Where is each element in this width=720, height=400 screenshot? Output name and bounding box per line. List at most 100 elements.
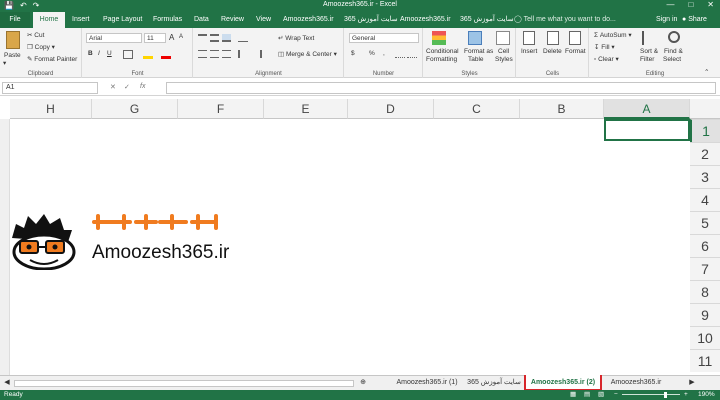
zoom-out-icon[interactable]: − bbox=[614, 390, 618, 400]
close-icon[interactable]: ✕ bbox=[707, 0, 714, 9]
page-break-view-icon[interactable]: ▧ bbox=[598, 390, 604, 400]
column-header-a[interactable]: A bbox=[604, 99, 690, 119]
currency-button[interactable]: $ bbox=[351, 50, 355, 57]
row-header-8[interactable]: 8 bbox=[690, 280, 720, 303]
row-header-1[interactable]: 1 bbox=[690, 119, 720, 142]
cut-button[interactable]: ✂ Cut bbox=[27, 31, 44, 39]
tab-persian-2[interactable]: سایت آموزش 365 bbox=[460, 12, 514, 28]
format-painter-button[interactable]: ✎ Format Painter bbox=[27, 55, 77, 63]
share-button[interactable]: ● Share bbox=[682, 12, 707, 28]
italic-button[interactable]: I bbox=[98, 50, 100, 57]
sort-filter-icon[interactable] bbox=[642, 31, 654, 45]
scroll-tabs-left-icon[interactable]: ◀ bbox=[2, 376, 12, 390]
percent-button[interactable]: % bbox=[369, 50, 375, 57]
sheet-tab-amoozesh[interactable]: Amoozesh365.ir bbox=[606, 376, 666, 390]
comma-button[interactable]: , bbox=[383, 50, 385, 57]
conditional-formatting-icon[interactable] bbox=[432, 31, 446, 45]
tab-persian-1[interactable]: سایت آموزش 365 bbox=[344, 12, 398, 28]
cancel-icon[interactable]: ✕ bbox=[110, 83, 116, 91]
increase-indent-icon[interactable] bbox=[252, 50, 262, 58]
font-color-icon[interactable] bbox=[161, 50, 171, 59]
delete-cells-icon[interactable] bbox=[547, 31, 559, 45]
tab-page-layout[interactable]: Page Layout bbox=[103, 12, 142, 28]
align-right-icon[interactable] bbox=[222, 50, 231, 58]
formula-input[interactable] bbox=[166, 82, 716, 94]
tab-amoozesh-1[interactable]: Amoozesh365.ir bbox=[283, 12, 334, 28]
cell-styles-icon[interactable] bbox=[496, 31, 510, 45]
font-name-select[interactable]: Arial bbox=[86, 33, 142, 43]
fill-button[interactable]: ↧ Fill ▾ bbox=[594, 43, 615, 51]
column-header-d[interactable]: D bbox=[348, 99, 434, 119]
active-cell-a1[interactable] bbox=[604, 119, 690, 141]
tab-view[interactable]: View bbox=[256, 12, 271, 28]
borders-icon[interactable] bbox=[123, 50, 133, 59]
cell-styles-button[interactable]: Cell bbox=[498, 48, 509, 55]
name-box[interactable]: A1 bbox=[2, 82, 98, 94]
find-select-button[interactable]: Find & bbox=[664, 48, 683, 55]
sheet-tab-amoozesh-2-active[interactable]: Amoozesh365.ir (2) bbox=[524, 375, 602, 391]
format-cells-icon[interactable] bbox=[569, 31, 581, 45]
tab-formulas[interactable]: Formulas bbox=[153, 12, 182, 28]
scroll-tabs-right-icon[interactable]: ▶ bbox=[686, 376, 698, 390]
decrease-indent-icon[interactable] bbox=[238, 50, 248, 58]
decrease-decimal-icon[interactable] bbox=[407, 50, 417, 58]
grow-font-button[interactable]: A bbox=[169, 33, 174, 42]
underline-button[interactable]: U bbox=[107, 50, 112, 57]
column-header-b[interactable]: B bbox=[520, 99, 604, 119]
column-header-f[interactable]: F bbox=[178, 99, 264, 119]
bold-button[interactable]: B bbox=[88, 50, 93, 57]
column-header-g[interactable]: G bbox=[92, 99, 178, 119]
paste-dropdown-icon[interactable]: ▾ bbox=[3, 59, 6, 67]
format-as-table-button[interactable]: Format as bbox=[464, 48, 493, 55]
align-top-icon[interactable] bbox=[198, 34, 207, 42]
align-left-icon[interactable] bbox=[198, 50, 207, 58]
delete-button[interactable]: Delete bbox=[543, 48, 562, 55]
zoom-level[interactable]: 190% bbox=[698, 390, 715, 400]
magnifier-icon[interactable] bbox=[668, 31, 680, 43]
orientation-icon[interactable] bbox=[238, 34, 248, 42]
zoom-slider-thumb[interactable] bbox=[664, 392, 667, 398]
format-button[interactable]: Format bbox=[565, 48, 586, 55]
conditional-formatting-button[interactable]: Conditional bbox=[426, 48, 459, 55]
row-header-4[interactable]: 4 bbox=[690, 188, 720, 211]
autosum-button[interactable]: Σ AutoSum ▾ bbox=[594, 31, 632, 39]
column-header-e[interactable]: E bbox=[264, 99, 348, 119]
align-middle-icon[interactable] bbox=[210, 34, 219, 42]
sign-in-link[interactable]: Sign in bbox=[656, 12, 677, 28]
zoom-in-icon[interactable]: + bbox=[684, 390, 688, 400]
row-header-2[interactable]: 2 bbox=[690, 142, 720, 165]
enter-icon[interactable]: ✓ bbox=[124, 83, 130, 91]
increase-decimal-icon[interactable] bbox=[395, 50, 405, 58]
row-header-9[interactable]: 9 bbox=[690, 303, 720, 326]
sort-filter-button[interactable]: Sort & bbox=[640, 48, 658, 55]
fill-color-icon[interactable] bbox=[143, 50, 153, 59]
row-header-11[interactable]: 11 bbox=[690, 349, 720, 372]
column-header-c[interactable]: C bbox=[434, 99, 520, 119]
column-header-h[interactable]: H bbox=[10, 99, 92, 119]
tab-home[interactable]: Home bbox=[33, 12, 65, 28]
row-header-7[interactable]: 7 bbox=[690, 257, 720, 280]
tab-amoozesh-2[interactable]: Amoozesh365.ir bbox=[400, 12, 451, 28]
insert-cells-icon[interactable] bbox=[523, 31, 535, 45]
sheet-tab-persian[interactable]: سایت آموزش 365 bbox=[466, 376, 522, 390]
font-size-select[interactable]: 11 bbox=[144, 33, 166, 43]
copy-button[interactable]: ❐ Copy ▾ bbox=[27, 43, 55, 51]
merge-center-button[interactable]: ◫ Merge & Center ▾ bbox=[278, 50, 337, 58]
restore-icon[interactable]: □ bbox=[688, 0, 693, 9]
normal-view-icon[interactable]: ▦ bbox=[570, 390, 576, 400]
horizontal-scrollbar[interactable] bbox=[14, 380, 354, 387]
paste-icon[interactable] bbox=[6, 31, 20, 49]
page-layout-view-icon[interactable]: ▤ bbox=[584, 390, 590, 400]
row-header-10[interactable]: 10 bbox=[690, 326, 720, 349]
shrink-font-button[interactable]: A bbox=[179, 34, 183, 40]
sheet-tab-amoozesh-1[interactable]: Amoozesh365.ir (1) bbox=[392, 376, 462, 390]
collapse-ribbon-icon[interactable]: ⌃ bbox=[704, 68, 709, 76]
tab-data[interactable]: Data bbox=[194, 12, 209, 28]
row-header-5[interactable]: 5 bbox=[690, 211, 720, 234]
wrap-text-button[interactable]: ↵ Wrap Text bbox=[278, 34, 314, 42]
tell-me-box[interactable]: ◯ Tell me what you want to do... bbox=[514, 12, 616, 28]
row-header-6[interactable]: 6 bbox=[690, 234, 720, 257]
align-center-icon[interactable] bbox=[210, 50, 219, 58]
format-as-table-icon[interactable] bbox=[468, 31, 482, 45]
insert-button[interactable]: Insert bbox=[521, 48, 537, 55]
